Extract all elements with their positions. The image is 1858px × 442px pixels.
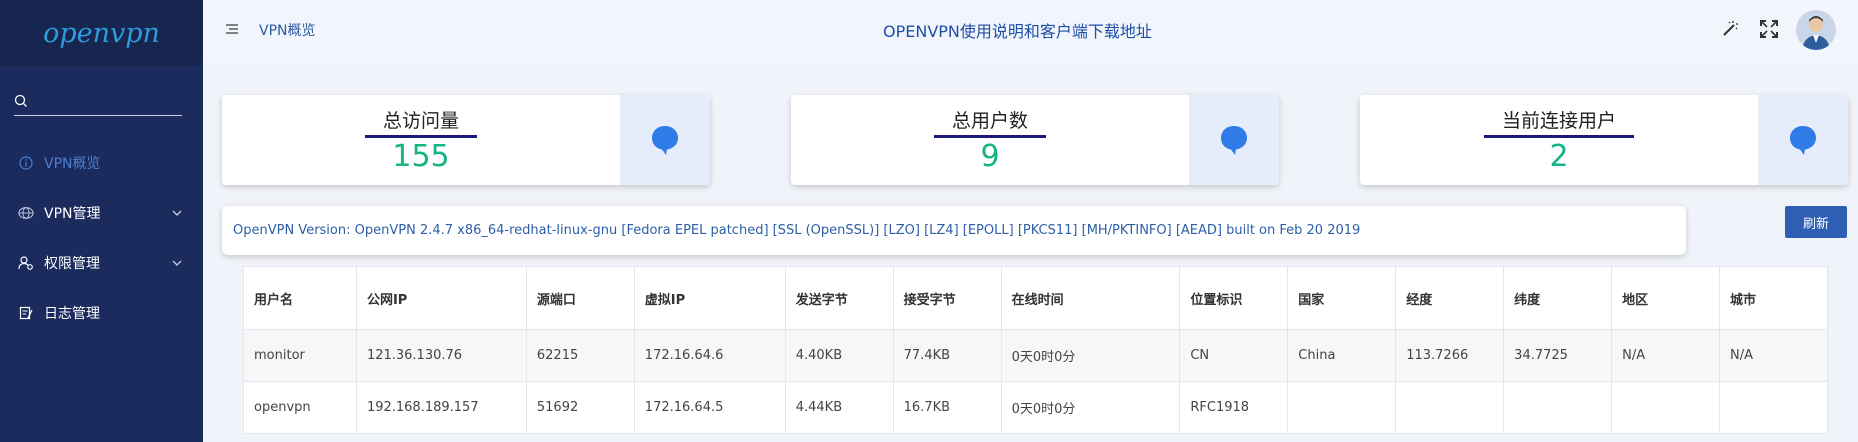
chevron-down-icon xyxy=(172,260,182,266)
table-cell: China xyxy=(1287,329,1397,382)
column-header[interactable]: 位置标识 xyxy=(1179,266,1289,330)
table-cell: CN xyxy=(1179,329,1289,382)
table-cell: N/A xyxy=(1719,329,1828,382)
user-permission-icon xyxy=(18,255,34,271)
column-header[interactable]: 纬度 xyxy=(1503,266,1613,330)
column-header[interactable]: 发送字节 xyxy=(784,266,894,330)
table-row[interactable]: monitor 121.36.130.76 62215 172.16.64.6 4.40… xyxy=(243,329,1828,382)
table-cell: N/A xyxy=(1611,329,1721,382)
log-icon xyxy=(18,305,34,321)
table-cell xyxy=(1611,381,1721,434)
table-cell: monitor xyxy=(243,329,357,382)
client-download-link[interactable]: OPENVPN使用说明和客户端下载地址 xyxy=(883,18,1152,42)
card-main: 当前连接用户 2 xyxy=(1360,95,1758,185)
table-cell xyxy=(1395,381,1505,434)
table-cell: 121.36.130.76 xyxy=(355,329,527,382)
table-cell xyxy=(1287,381,1397,434)
sidebar-item-label: VPN管理 xyxy=(44,206,101,222)
sidebar-item-vpn-management[interactable]: VPN管理 xyxy=(0,188,203,238)
version-info: OpenVPN Version: OpenVPN 2.4.7 x86_64-re… xyxy=(222,206,1686,255)
logo-bar: openvpn xyxy=(0,0,203,66)
table-cell: 172.16.64.5 xyxy=(633,381,786,434)
user-avatar[interactable] xyxy=(1796,10,1836,50)
info-icon xyxy=(18,155,34,171)
card-title: 当前连接用户 xyxy=(1483,106,1634,138)
column-header[interactable]: 公网IP xyxy=(355,266,527,330)
chevron-down-icon xyxy=(172,210,182,216)
stat-card-connected-users: 当前连接用户 2 xyxy=(1360,95,1848,185)
search-icon xyxy=(14,94,27,107)
table-cell: 34.7725 xyxy=(1503,329,1613,382)
column-header[interactable]: 源端口 xyxy=(525,266,635,330)
column-header[interactable]: 虚拟IP xyxy=(633,266,786,330)
card-value: 155 xyxy=(392,139,450,174)
card-icon-panel xyxy=(620,95,710,185)
column-header[interactable]: 城市 xyxy=(1719,266,1828,330)
table-cell: 172.16.64.6 xyxy=(633,329,786,382)
connections-table: 用户名 公网IP 源端口 虚拟IP 发送字节 接受字节 在线时间 位置标识 国家 经度 纬度 地区 城市… xyxy=(243,266,1828,434)
top-header: VPN概览 OPENVPN使用说明和客户端下载地址 xyxy=(203,0,1858,62)
table-row[interactable]: openvpn 192.168.189.157 51692 172.16.64.5 4.… xyxy=(243,381,1828,434)
card-icon-panel xyxy=(1189,95,1279,185)
sidebar-search[interactable] xyxy=(14,86,182,116)
chat-bubble-icon xyxy=(1221,126,1247,155)
table-cell: 77.4KB xyxy=(892,329,1002,382)
table-cell: 16.7KB xyxy=(892,381,1002,434)
table-header-row: 用户名 公网IP 源端口 虚拟IP 发送字节 接受字节 在线时间 位置标识 国家 经度 纬度 地区 城市 xyxy=(243,266,1828,330)
sidebar: openvpn VPN概览 VPN管理 权限管理 日志管理 xyxy=(0,0,203,442)
table-cell: 0天0时0分 xyxy=(1000,329,1181,382)
card-main: 总用户数 9 xyxy=(791,95,1189,185)
menu-toggle-icon[interactable] xyxy=(225,22,239,36)
sidebar-item-permission-management[interactable]: 权限管理 xyxy=(0,238,203,288)
logo[interactable]: openvpn xyxy=(43,18,160,49)
card-value: 9 xyxy=(980,139,1000,174)
stat-card-total-visits: 总访问量 155 xyxy=(222,95,710,185)
card-title: 总用户数 xyxy=(933,106,1046,138)
table-cell: 62215 xyxy=(525,329,635,382)
column-header[interactable]: 在线时间 xyxy=(1000,266,1181,330)
column-header[interactable]: 地区 xyxy=(1611,266,1721,330)
fullscreen-icon[interactable] xyxy=(1759,19,1779,39)
magic-wand-icon[interactable] xyxy=(1720,19,1740,39)
card-title: 总访问量 xyxy=(364,106,477,138)
sidebar-item-vpn-overview[interactable]: VPN概览 xyxy=(0,138,203,188)
table-cell: 51692 xyxy=(525,381,635,434)
table-cell: 4.44KB xyxy=(784,381,894,434)
column-header[interactable]: 用户名 xyxy=(243,266,357,330)
sidebar-menu: VPN概览 VPN管理 权限管理 日志管理 xyxy=(0,138,203,338)
stat-card-total-users: 总用户数 9 xyxy=(791,95,1279,185)
sidebar-item-label: 权限管理 xyxy=(44,256,100,272)
chat-bubble-icon xyxy=(1790,126,1816,155)
table-cell: 4.40KB xyxy=(784,329,894,382)
card-icon-panel xyxy=(1758,95,1848,185)
sidebar-item-label: 日志管理 xyxy=(44,306,100,322)
column-header[interactable]: 经度 xyxy=(1395,266,1505,330)
card-main: 总访问量 155 xyxy=(222,95,620,185)
chat-bubble-icon xyxy=(652,126,678,155)
column-header[interactable]: 国家 xyxy=(1287,266,1397,330)
refresh-button[interactable]: 刷新 xyxy=(1785,206,1847,238)
table-cell: openvpn xyxy=(243,381,357,434)
vpn-icon xyxy=(18,205,34,221)
table-cell xyxy=(1719,381,1828,434)
breadcrumb[interactable]: VPN概览 xyxy=(259,20,316,40)
sidebar-item-log-management[interactable]: 日志管理 xyxy=(0,288,203,338)
table-cell xyxy=(1503,381,1613,434)
table-cell: 113.7266 xyxy=(1395,329,1505,382)
table-cell: 0天0时0分 xyxy=(1000,381,1181,434)
sidebar-item-label: VPN概览 xyxy=(44,156,101,172)
avatar-image xyxy=(1796,10,1836,50)
card-value: 2 xyxy=(1549,139,1569,174)
column-header[interactable]: 接受字节 xyxy=(892,266,1002,330)
table-cell: RFC1918 xyxy=(1179,381,1289,434)
table-cell: 192.168.189.157 xyxy=(355,381,527,434)
